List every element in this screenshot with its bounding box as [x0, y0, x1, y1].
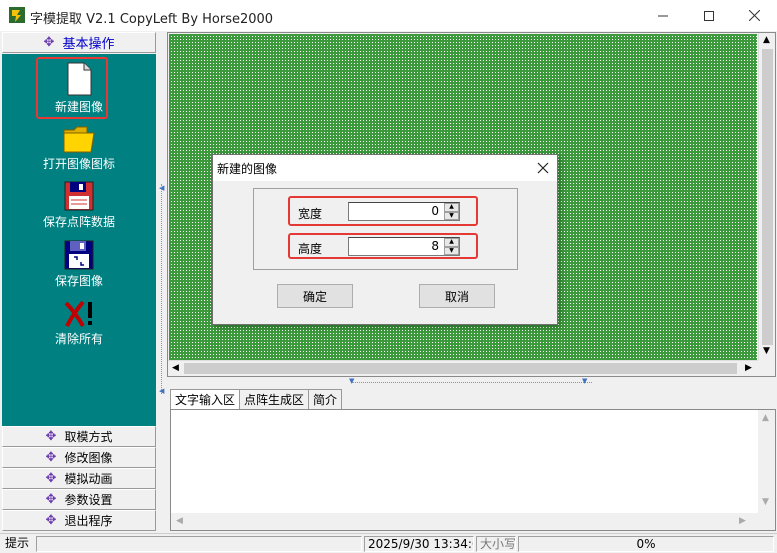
scroll-left-icon[interactable]: ◀: [176, 517, 183, 526]
scrollbar-corner: [758, 513, 775, 530]
expand-icon: ✥: [45, 513, 57, 528]
status-caps: 大小写: [476, 536, 516, 552]
scroll-down-icon[interactable]: ▼: [762, 498, 769, 507]
folder-icon: [63, 126, 95, 153]
new-image-button[interactable]: 新建图像: [2, 62, 156, 115]
sidebar-item-settings[interactable]: ✥ 参数设置: [2, 489, 156, 510]
new-image-label: 新建图像: [54, 100, 103, 114]
size-group: 宽度 0 ▲ ▼ 高度 8 ▲ ▼: [253, 188, 518, 270]
height-label: 高度: [298, 242, 323, 256]
tab-text-input[interactable]: 文字输入区: [170, 389, 241, 409]
tool-panel: 新建图像 打开图像图标 保存点阵数据 保存图像 清除所有: [2, 54, 156, 458]
scroll-up-icon[interactable]: ▲: [763, 36, 770, 45]
save-dot-data-label: 保存点阵数据: [42, 215, 115, 229]
basic-operations-header[interactable]: ✥ 基本操作: [2, 32, 156, 53]
status-message: [36, 536, 362, 552]
clear-all-label: 清除所有: [54, 332, 103, 346]
save-image-label: 保存图像: [54, 274, 103, 288]
splitter-grip: [161, 184, 163, 394]
status-hint: 提示: [5, 536, 30, 550]
left-panel: ✥ 基本操作 新建图像 打开图像图标 保存点阵数据 保存图像 清除所有 ✥ 取模…: [2, 32, 156, 531]
vertical-splitter[interactable]: ◀ ◀: [157, 32, 167, 531]
canvas-vertical-scrollbar[interactable]: ▲ ▼: [758, 33, 775, 360]
status-progress: 0%: [518, 536, 774, 552]
open-image-button[interactable]: 打开图像图标: [2, 125, 156, 172]
new-image-dialog: 新建的图像 宽度 0 ▲ ▼ 高度 8 ▲ ▼ 确定 取消: [212, 154, 558, 325]
spin-down-icon[interactable]: ▼: [444, 211, 459, 220]
sidebar-item-exit[interactable]: ✥ 退出程序: [2, 510, 156, 531]
clear-all-button[interactable]: 清除所有: [2, 300, 156, 347]
scroll-up-icon[interactable]: ▲: [762, 414, 769, 423]
status-bar: 提示 2025/9/30 13:34:00 大小写 0%: [0, 533, 777, 553]
splitter-grip: [352, 382, 592, 383]
open-image-label: 打开图像图标: [42, 157, 115, 171]
sidebar-item-label: 退出程序: [64, 514, 113, 528]
dialog-title-bar: 新建的图像: [213, 155, 557, 181]
expand-icon: ✥: [45, 471, 57, 486]
maximize-button[interactable]: [686, 0, 732, 31]
save-image-icon: [64, 240, 94, 270]
width-field-highlight: 宽度 0 ▲ ▼: [288, 196, 478, 226]
spin-down-icon[interactable]: ▼: [444, 246, 459, 255]
text-vertical-scrollbar[interactable]: ▲ ▼: [758, 410, 775, 513]
height-stepper[interactable]: ▲ ▼: [444, 238, 459, 255]
close-icon: [748, 10, 760, 21]
sidebar-item-label: 参数设置: [64, 493, 113, 507]
height-field-highlight: 高度 8 ▲ ▼: [288, 233, 478, 259]
canvas-horizontal-scrollbar[interactable]: ◀ ▶: [168, 360, 758, 376]
horizontal-splitter[interactable]: ▼ ▼: [167, 377, 776, 387]
collapse-down-icon[interactable]: ▼: [349, 377, 354, 385]
save-dot-data-button[interactable]: 保存点阵数据: [2, 181, 156, 230]
basic-operations-label: 基本操作: [62, 37, 115, 52]
scroll-left-icon[interactable]: ◀: [172, 364, 179, 373]
sidebar-item-modify-image[interactable]: ✥ 修改图像: [2, 447, 156, 468]
new-file-icon: [67, 62, 92, 96]
sidebar-item-label: 取模方式: [64, 430, 113, 444]
dialog-title: 新建的图像: [217, 162, 278, 176]
window-title: 字模提取 V2.1 CopyLeft By Horse2000: [30, 12, 274, 27]
collapse-down-icon[interactable]: ▼: [582, 377, 587, 385]
floppy-icon: [64, 181, 94, 211]
status-datetime: 2025/9/30 13:34:00: [364, 536, 474, 552]
width-stepper[interactable]: ▲ ▼: [444, 203, 459, 220]
clear-icon: [64, 300, 92, 327]
collapse-left-icon[interactable]: ◀: [159, 387, 164, 395]
width-label: 宽度: [298, 207, 323, 221]
sidebar-item-label: 修改图像: [64, 451, 113, 465]
maximize-icon: [704, 10, 714, 21]
tab-dot-output[interactable]: 点阵生成区: [239, 389, 310, 409]
tab-bar: 文字输入区 点阵生成区 简介: [170, 389, 343, 409]
ok-button[interactable]: 确定: [277, 284, 353, 308]
scroll-right-icon[interactable]: ▶: [745, 364, 752, 373]
expand-icon: ✥: [45, 429, 57, 444]
scroll-down-icon[interactable]: ▼: [763, 347, 770, 356]
tab-about[interactable]: 简介: [308, 389, 343, 409]
scroll-thumb[interactable]: [184, 363, 737, 374]
app-icon: [9, 7, 25, 23]
sidebar-item-sampling-mode[interactable]: ✥ 取模方式: [2, 426, 156, 447]
sidebar-item-label: 模拟动画: [64, 472, 113, 486]
spin-up-icon[interactable]: ▲: [444, 238, 459, 247]
expand-icon: ✥: [45, 492, 57, 507]
text-horizontal-scrollbar[interactable]: ◀ ▶: [171, 513, 758, 530]
save-image-button[interactable]: 保存图像: [2, 240, 156, 289]
sidebar-item-animation[interactable]: ✥ 模拟动画: [2, 468, 156, 489]
title-bar: 字模提取 V2.1 CopyLeft By Horse2000: [0, 0, 777, 31]
scroll-right-icon[interactable]: ▶: [739, 517, 746, 526]
close-button[interactable]: [731, 0, 777, 31]
text-input-area[interactable]: ▲ ▼ ◀ ▶: [170, 409, 776, 531]
minimize-button[interactable]: [640, 0, 686, 31]
scroll-thumb[interactable]: [762, 49, 773, 345]
spin-up-icon[interactable]: ▲: [444, 203, 459, 212]
cancel-button[interactable]: 取消: [419, 284, 495, 308]
close-icon[interactable]: [535, 160, 551, 176]
expand-icon: ✥: [43, 35, 55, 50]
minimize-icon: [658, 15, 668, 16]
expand-icon: ✥: [45, 450, 57, 465]
